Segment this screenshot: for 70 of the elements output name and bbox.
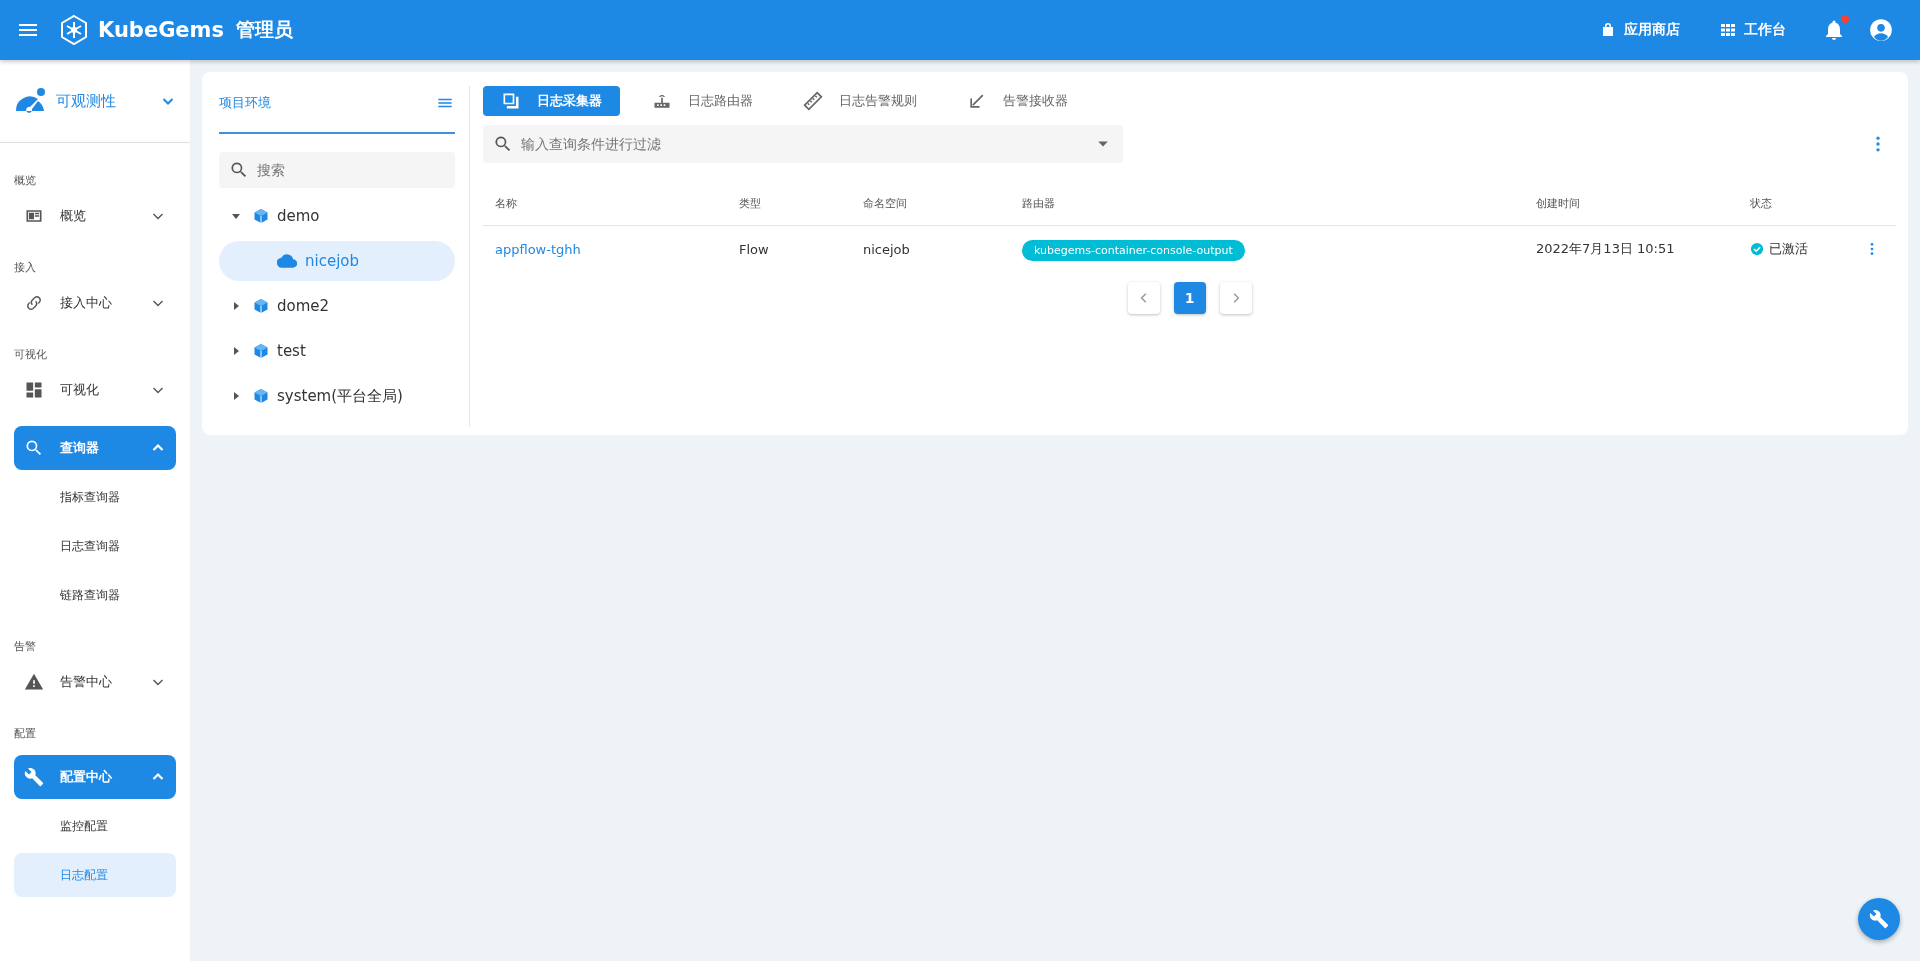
- nav-group[interactable]: 配置中心: [14, 755, 176, 799]
- tab[interactable]: 日志采集器: [483, 86, 620, 116]
- tree-node[interactable]: test: [219, 331, 455, 371]
- table-cell: 2022年7月13日 10:51: [1536, 241, 1675, 256]
- ruler-icon: [803, 91, 823, 111]
- nav-group[interactable]: 告警中心: [14, 660, 176, 704]
- tree-node[interactable]: dome2: [219, 286, 455, 326]
- column-header: 名称: [495, 196, 517, 210]
- tab[interactable]: 日志告警规则: [785, 86, 935, 116]
- search-icon: [24, 438, 44, 458]
- column-header: 命名空间: [863, 196, 907, 210]
- nav-group[interactable]: 接入中心: [14, 281, 176, 325]
- router-chip: kubegems-container-console-output: [1022, 239, 1245, 261]
- page-button[interactable]: 1: [1173, 282, 1206, 314]
- cloud-icon: [277, 251, 297, 271]
- column-header: 路由器: [1022, 196, 1055, 210]
- status-text: 已激活: [1769, 240, 1808, 258]
- caret-right-icon: [231, 346, 241, 356]
- workbench-button[interactable]: 工作台: [1710, 15, 1796, 45]
- warning-icon: [24, 672, 44, 692]
- snowflake-hexagon-logo-icon: [58, 13, 90, 47]
- caret-right-icon: [231, 391, 241, 401]
- section-title: 接入: [14, 260, 37, 275]
- name-link[interactable]: appflow-tghh: [495, 241, 581, 257]
- column-header: 类型: [739, 196, 761, 210]
- column-header: 创建时间: [1536, 196, 1580, 210]
- nav-group[interactable]: 查询器: [14, 426, 176, 470]
- account-circle-icon[interactable]: [1868, 17, 1894, 43]
- shopping-bag-icon: [1600, 22, 1616, 38]
- nav-subitem[interactable]: 指标查询器: [14, 475, 176, 519]
- grid-icon: [24, 380, 44, 400]
- wrench-icon: [1869, 909, 1889, 929]
- tab[interactable]: 日志路由器: [634, 86, 771, 116]
- nav-subitem[interactable]: 日志配置: [14, 853, 176, 897]
- gauge-icon: [14, 87, 46, 115]
- tab[interactable]: 告警接收器: [949, 86, 1086, 116]
- module-switcher[interactable]: 可观测性: [0, 60, 190, 143]
- copy-squares-icon: [501, 91, 521, 111]
- section-title: 可视化: [14, 347, 48, 362]
- cube-icon: [253, 343, 269, 359]
- section-title: 告警: [14, 639, 37, 654]
- section-title: 配置: [14, 726, 37, 741]
- grid-icon: [1720, 22, 1736, 38]
- search-icon: [493, 134, 513, 154]
- role-label: 管理员: [236, 17, 293, 42]
- table-cell: nicejob: [863, 241, 910, 257]
- cube-icon: [253, 388, 269, 404]
- wrench-icon: [24, 767, 44, 787]
- cube-icon: [253, 298, 269, 314]
- nav-subitem[interactable]: 链路查询器: [14, 573, 176, 617]
- section-title: 概览: [14, 173, 37, 188]
- wrench-fab-button[interactable]: [1858, 898, 1900, 940]
- nav-group[interactable]: 概览: [14, 194, 176, 238]
- link-icon: [24, 293, 44, 313]
- nav-group[interactable]: 可视化: [14, 368, 176, 412]
- table-cell: Flow: [739, 241, 769, 257]
- nav-subitem[interactable]: 监控配置: [14, 804, 176, 848]
- caret-down-icon: [231, 211, 241, 221]
- search-icon: [229, 160, 249, 180]
- caret-right-icon: [231, 301, 241, 311]
- tree-node[interactable]: demo: [219, 196, 455, 236]
- filter-field[interactable]: 输入查询条件进行过滤: [483, 125, 1123, 163]
- app-store-button[interactable]: 应用商店: [1590, 15, 1690, 45]
- panel-title: 项目环境: [219, 94, 271, 112]
- tree-node[interactable]: system(平台全局): [219, 376, 455, 416]
- cube-icon: [253, 208, 269, 224]
- column-header: 状态: [1750, 196, 1772, 210]
- nav-subitem[interactable]: 日志查询器: [14, 524, 176, 568]
- search-field[interactable]: 搜索: [219, 152, 455, 188]
- brand-name: KubeGems: [98, 18, 224, 42]
